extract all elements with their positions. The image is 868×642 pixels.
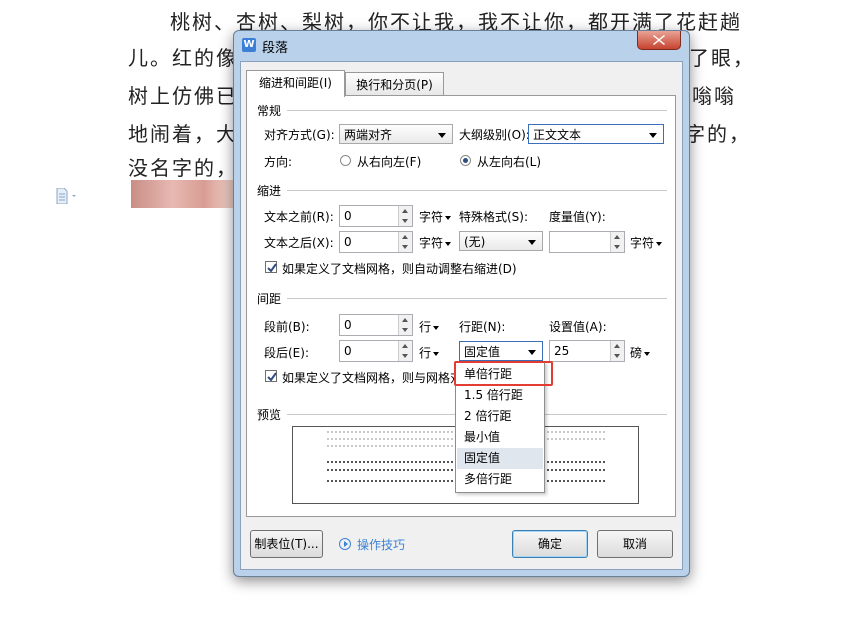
space-before-input[interactable]: 0 bbox=[339, 314, 413, 336]
dropdown-arrow-icon bbox=[649, 133, 657, 138]
doc-line-2: 儿。红的像 bbox=[128, 46, 238, 70]
direction-label: 方向: bbox=[264, 155, 293, 169]
set-value: 25 bbox=[554, 344, 570, 358]
close-button[interactable] bbox=[637, 31, 681, 50]
section-spacing: 间距 bbox=[257, 292, 282, 306]
radio-rtl[interactable] bbox=[340, 155, 351, 166]
doc-line-5: 没名字的， bbox=[128, 156, 238, 180]
dialog-title: 段落 bbox=[262, 41, 289, 56]
snap-grid-checkbox[interactable] bbox=[265, 370, 277, 382]
outline-select[interactable]: 正文文本 bbox=[528, 124, 664, 144]
space-before-unit[interactable]: 行 bbox=[419, 318, 440, 335]
dropdown-arrow-icon bbox=[528, 240, 536, 245]
indent-before-unit[interactable]: 字符 bbox=[419, 208, 452, 225]
set-value-label: 设置值(A): bbox=[549, 320, 607, 334]
divider bbox=[287, 298, 667, 299]
rtl-label[interactable]: 从右向左(F) bbox=[357, 153, 421, 170]
tab-stops-button[interactable]: 制表位(T)... bbox=[250, 530, 323, 558]
auto-indent-checkbox[interactable] bbox=[265, 261, 277, 273]
indent-before-label: 文本之前(R): bbox=[264, 210, 334, 224]
highlight-box bbox=[454, 361, 553, 386]
special-format-select[interactable]: (无) bbox=[459, 231, 543, 251]
dropdown-arrow-icon bbox=[528, 350, 536, 355]
space-after-unit[interactable]: 行 bbox=[419, 344, 440, 361]
unit-text: 磅 bbox=[630, 346, 643, 360]
play-circle-icon[interactable] bbox=[339, 538, 351, 550]
unit-text: 字符 bbox=[419, 210, 444, 224]
section-preview: 预览 bbox=[257, 408, 282, 422]
doc-line-3: 树上仿佛已 bbox=[128, 84, 238, 108]
dialog-client: 缩进和间距(I) 换行和分页(P) 常规 对齐方式(G): 两端对齐 大纲级别(… bbox=[240, 61, 683, 570]
special-format-value: (无) bbox=[464, 235, 486, 249]
doc-line-4b: 字的， bbox=[685, 122, 751, 146]
indent-after-label: 文本之后(X): bbox=[264, 236, 334, 250]
special-format-label: 特殊格式(S): bbox=[459, 210, 529, 224]
spinner-buttons[interactable] bbox=[398, 341, 412, 361]
doc-line-3b: 嗡嗡 bbox=[692, 84, 736, 108]
tab-indent-spacing[interactable]: 缩进和间距(I) bbox=[246, 70, 345, 97]
option-1-5[interactable]: 1.5 倍行距 bbox=[457, 385, 543, 406]
ok-button[interactable]: 确定 bbox=[512, 530, 588, 558]
close-icon bbox=[653, 35, 665, 45]
section-general: 常规 bbox=[257, 104, 282, 118]
document-icon[interactable] bbox=[56, 187, 76, 205]
dropdown-arrow-icon bbox=[438, 133, 446, 138]
option-multiple[interactable]: 多倍行距 bbox=[457, 469, 543, 490]
set-value-input[interactable]: 25 bbox=[549, 340, 625, 362]
space-after-label: 段后(E): bbox=[264, 346, 309, 360]
measure-unit[interactable]: 字符 bbox=[630, 234, 663, 251]
auto-indent-label[interactable]: 如果定义了文档网格，则自动调整右缩进(D) bbox=[282, 260, 517, 277]
document-photo bbox=[131, 180, 235, 208]
spinner-buttons[interactable] bbox=[610, 232, 624, 252]
unit-text: 字符 bbox=[630, 236, 655, 250]
spinner-buttons[interactable] bbox=[610, 341, 624, 361]
snap-grid-label[interactable]: 如果定义了文档网格，则与网格对 bbox=[282, 369, 462, 386]
tips-link[interactable]: 操作技巧 bbox=[357, 536, 405, 553]
spinner-buttons[interactable] bbox=[398, 232, 412, 252]
indent-after-value: 0 bbox=[344, 235, 352, 249]
align-select[interactable]: 两端对齐 bbox=[339, 124, 453, 144]
option-double[interactable]: 2 倍行距 bbox=[457, 406, 543, 427]
line-spacing-value: 固定值 bbox=[464, 345, 501, 359]
outline-label: 大纲级别(O): bbox=[459, 128, 530, 142]
space-before-label: 段前(B): bbox=[264, 320, 310, 334]
tab-line-page-breaks[interactable]: 换行和分页(P) bbox=[345, 72, 444, 97]
divider bbox=[287, 110, 667, 111]
cancel-button[interactable]: 取消 bbox=[597, 530, 673, 558]
outline-value: 正文文本 bbox=[533, 128, 582, 142]
ltr-label[interactable]: 从左向右(L) bbox=[477, 153, 541, 170]
indent-before-value: 0 bbox=[344, 209, 352, 223]
line-spacing-select[interactable]: 固定值 bbox=[459, 341, 543, 361]
doc-line-2b: 了眼， bbox=[689, 46, 755, 70]
indent-after-unit[interactable]: 字符 bbox=[419, 234, 452, 251]
option-at-least[interactable]: 最小值 bbox=[457, 427, 543, 448]
paragraph-dialog: W 段落 缩进和间距(I) 换行和分页(P) 常规 对齐方式(G): 两端对齐 … bbox=[233, 30, 690, 577]
divider bbox=[287, 190, 667, 191]
section-indent: 缩进 bbox=[257, 184, 282, 198]
space-after-value: 0 bbox=[344, 344, 352, 358]
wps-logo-icon: W bbox=[242, 38, 256, 52]
option-exactly[interactable]: 固定值 bbox=[457, 448, 543, 469]
measure-input[interactable] bbox=[549, 231, 625, 253]
radio-ltr[interactable] bbox=[460, 155, 471, 166]
space-before-value: 0 bbox=[344, 318, 352, 332]
set-value-unit[interactable]: 磅 bbox=[630, 344, 651, 361]
unit-text: 行 bbox=[419, 346, 432, 360]
align-label: 对齐方式(G): bbox=[264, 128, 335, 142]
title-bar[interactable]: W 段落 bbox=[234, 31, 689, 61]
check-icon bbox=[267, 263, 277, 273]
space-after-input[interactable]: 0 bbox=[339, 340, 413, 362]
align-value: 两端对齐 bbox=[344, 128, 393, 142]
measure-label: 度量值(Y): bbox=[549, 210, 606, 224]
indent-before-input[interactable]: 0 bbox=[339, 205, 413, 227]
spinner-buttons[interactable] bbox=[398, 315, 412, 335]
unit-text: 字符 bbox=[419, 236, 444, 250]
line-spacing-label: 行距(N): bbox=[459, 320, 506, 334]
doc-line-4: 地闹着，大 bbox=[128, 122, 238, 146]
spinner-buttons[interactable] bbox=[398, 206, 412, 226]
check-icon bbox=[267, 372, 277, 382]
unit-text: 行 bbox=[419, 320, 432, 334]
indent-after-input[interactable]: 0 bbox=[339, 231, 413, 253]
